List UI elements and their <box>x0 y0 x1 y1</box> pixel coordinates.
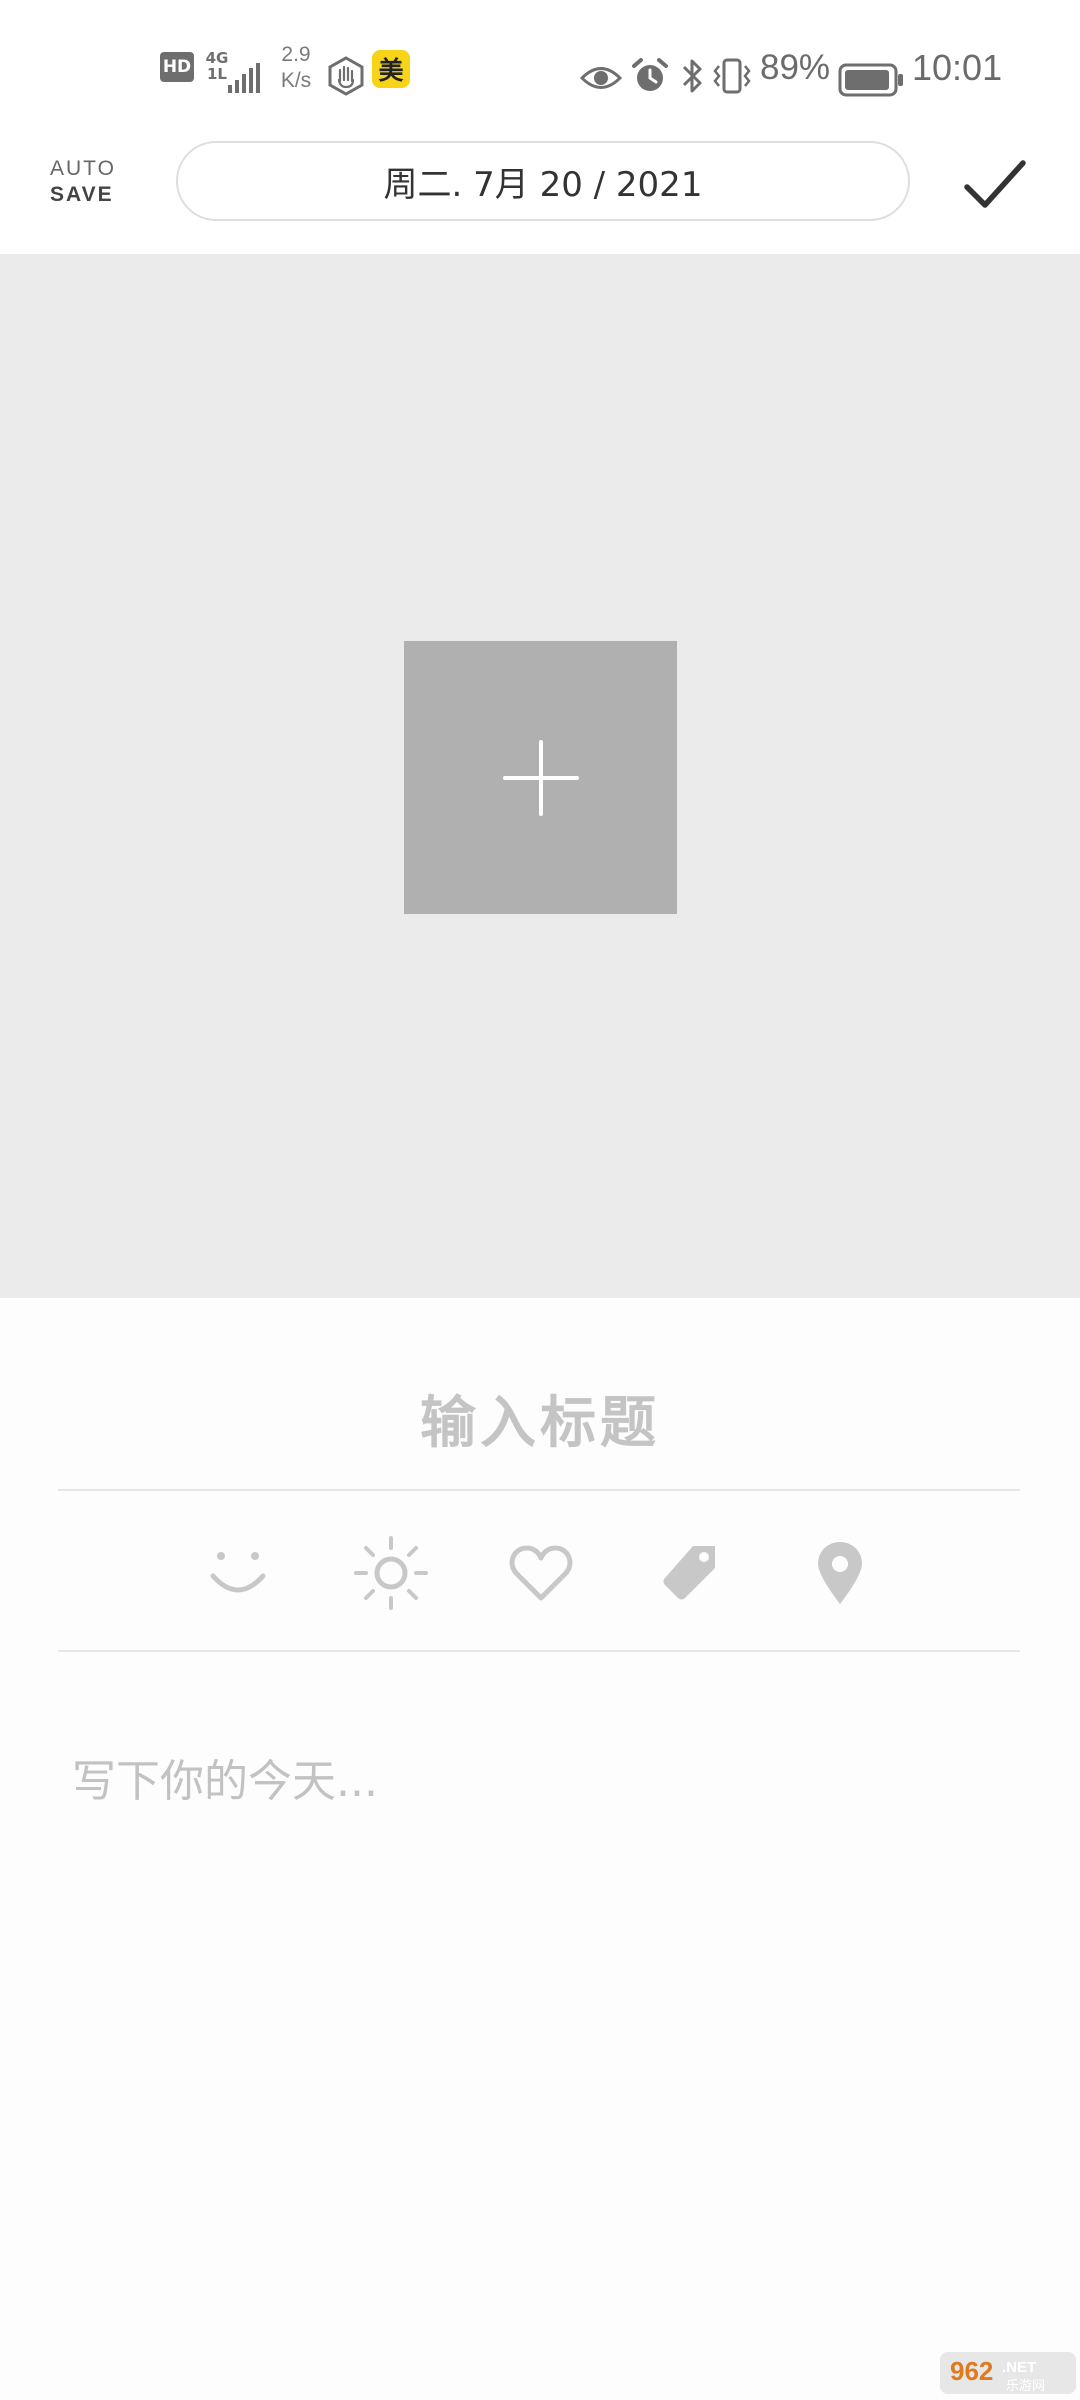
divider <box>58 1650 1020 1652</box>
svg-text:962: 962 <box>950 2356 993 2386</box>
autosave-line2: SAVE <box>50 183 114 206</box>
body-input[interactable]: 写下你的今天... <box>72 1742 1012 1812</box>
battery-percent: 89% <box>760 48 831 87</box>
favorite-button[interactable] <box>496 1528 586 1618</box>
mood-button[interactable] <box>193 1528 283 1618</box>
tag-icon <box>663 1546 715 1600</box>
date-selector[interactable]: 周二. 7月 20 / 2021 <box>176 141 910 221</box>
network-sub-label: 1L <box>207 65 227 83</box>
vibrate-icon <box>712 48 752 104</box>
photo-area <box>0 254 1080 1298</box>
svg-text:乐游网: 乐游网 <box>1006 2379 1045 2394</box>
confirm-button[interactable] <box>960 154 1030 216</box>
speed-value: 2.9 <box>281 43 311 66</box>
sun-icon <box>354 1536 428 1610</box>
alarm-icon <box>630 48 670 104</box>
hd-badge: HD <box>160 52 194 82</box>
autosave-line1: AUTO <box>50 157 116 180</box>
clock: 10:01 <box>912 47 1003 88</box>
checkmark-icon <box>964 160 1026 208</box>
eye-icon <box>580 50 622 106</box>
bluetooth-icon <box>680 48 706 104</box>
heart-icon <box>509 1545 573 1601</box>
diary-editor-screen: HD 4G 1L 2.9 K/s 美 89% 10:01 AUTO SAVE 周… <box>0 0 1080 2400</box>
site-watermark-logo: 962 .NET 乐游网 <box>940 2350 1076 2396</box>
svg-text:.NET: .NET <box>1002 2359 1036 2376</box>
location-pin-icon <box>818 1542 862 1604</box>
battery-icon <box>838 52 904 108</box>
network-speed: 2.9 K/s <box>272 40 320 96</box>
hand-icon <box>326 48 366 104</box>
speed-unit: K/s <box>280 69 312 92</box>
network-type-label: 4G <box>205 49 229 67</box>
title-input[interactable]: 输入标题 <box>60 1370 1020 1466</box>
status-bar: HD 4G 1L 2.9 K/s 美 89% 10:01 <box>0 0 1080 136</box>
meta-toolbar <box>0 1492 1080 1650</box>
tag-button[interactable] <box>645 1528 735 1618</box>
smile-icon <box>210 1552 266 1593</box>
add-photo-button[interactable] <box>404 641 677 914</box>
editor-toolbar: AUTO SAVE 周二. 7月 20 / 2021 <box>0 136 1080 254</box>
autosave-indicator: AUTO SAVE <box>50 156 124 208</box>
weather-button[interactable] <box>346 1528 436 1618</box>
signal-icon <box>226 50 260 106</box>
location-button[interactable] <box>795 1528 885 1618</box>
plus-icon <box>502 739 579 816</box>
divider <box>58 1489 1020 1491</box>
app-notification-badge: 美 <box>372 50 410 88</box>
